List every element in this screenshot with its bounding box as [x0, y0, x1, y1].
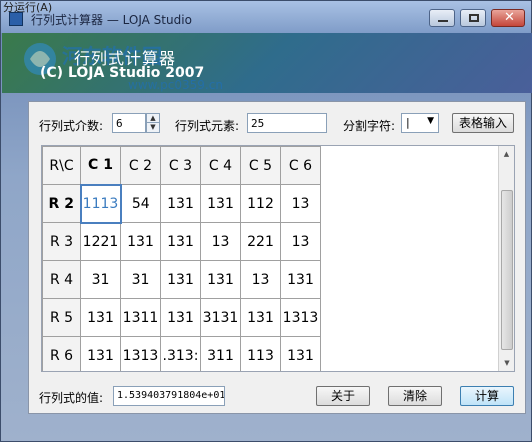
row-header: R 5 — [42, 298, 81, 337]
table-row: R 2 1113 54 131 131 112 13 — [42, 183, 321, 224]
grid-cell[interactable]: 13 — [240, 260, 281, 299]
grid-cell[interactable]: 131 — [200, 184, 241, 223]
order-input[interactable]: 6 — [112, 113, 146, 133]
col-header: C 3 — [160, 146, 201, 185]
element-input[interactable]: 25 — [247, 113, 327, 133]
row-header: R 6 — [42, 336, 81, 371]
grid-cell[interactable]: 31 — [80, 260, 121, 299]
minimize-icon — [438, 20, 448, 22]
grid-cell[interactable]: 54 — [120, 184, 161, 223]
grid-cell-selected[interactable]: 1113 — [79, 183, 122, 224]
minimize-button[interactable] — [429, 9, 455, 27]
col-header: C 2 — [120, 146, 161, 185]
row-header: R 2 — [42, 184, 81, 223]
grid-cell[interactable]: 13 — [200, 222, 241, 261]
grid-cell[interactable]: 1311 — [120, 298, 161, 337]
result-label: 行列式的值: — [39, 391, 104, 405]
grid-cell[interactable]: 13 — [280, 184, 321, 223]
grid-cell[interactable]: 131 — [160, 184, 201, 223]
element-label: 行列式元素: — [175, 119, 240, 133]
stepper-up-icon[interactable]: ▲ — [147, 114, 159, 123]
grid-cell[interactable]: 1221 — [80, 222, 121, 261]
app-window: 分运行(A) 行列式计算器 — LOJA Studio ✕ 河东软件园 www.p… — [0, 0, 532, 442]
scroll-up-icon[interactable]: ▲ — [499, 146, 514, 162]
matrix-table: R\C C 1 C 2 C 3 C 4 C 5 C 6 R 2 1113 54 … — [42, 146, 321, 371]
matrix-grid: R\C C 1 C 2 C 3 C 4 C 5 C 6 R 2 1113 54 … — [41, 145, 515, 372]
grid-cell[interactable]: 131 — [240, 298, 281, 337]
grid-cell[interactable]: 311 — [200, 336, 241, 371]
grid-cell[interactable]: 131 — [160, 298, 201, 337]
row-header: R 4 — [42, 260, 81, 299]
grid-cell[interactable]: 1313 — [120, 336, 161, 371]
result-field[interactable]: 1.539403791804e+01 — [113, 386, 225, 406]
grid-cell[interactable]: 13 — [280, 222, 321, 261]
grid-cell[interactable]: 3131 — [200, 298, 241, 337]
col-header: C 4 — [200, 146, 241, 185]
grid-cell[interactable]: 131 — [120, 222, 161, 261]
grid-cell[interactable]: .313: — [160, 336, 201, 371]
table-row: R 5 131 1311 131 3131 131 1313 — [42, 298, 321, 337]
main-panel: 行列式介数: 6 ▲ ▼ 行列式元素: 25 分割字符: | ▼ 表格输入 R\… — [28, 101, 526, 414]
col-header: C 1 — [80, 146, 121, 185]
header-banner: 河东软件园 www.pc0359.cn 行列式计算器 (C) LOJA Studi… — [2, 33, 532, 93]
grid-cell[interactable]: 131 — [160, 222, 201, 261]
scroll-down-icon[interactable]: ▼ — [499, 355, 514, 371]
grid-cell[interactable]: 131 — [160, 260, 201, 299]
maximize-button[interactable] — [460, 9, 486, 27]
title-bar[interactable]: 分运行(A) 行列式计算器 — LOJA Studio ✕ — [1, 1, 531, 33]
grid-cell[interactable]: 221 — [240, 222, 281, 261]
row-header: R 3 — [42, 222, 81, 261]
order-stepper[interactable]: ▲ ▼ — [146, 113, 160, 133]
separator-label: 分割字符: — [343, 119, 396, 133]
col-header: C 6 — [280, 146, 321, 185]
grid-cell[interactable]: 131 — [80, 298, 121, 337]
grid-header-row: R\C C 1 C 2 C 3 C 4 C 5 C 6 — [42, 146, 321, 185]
grid-cell[interactable]: 31 — [120, 260, 161, 299]
table-row: R 4 31 31 131 131 13 131 — [42, 260, 321, 299]
separator-value: | — [406, 116, 410, 129]
separator-select[interactable]: | ▼ — [401, 113, 439, 133]
table-row: R 6 131 1313 .313: 311 113 131 — [42, 336, 321, 371]
grid-cell[interactable]: 131 — [280, 260, 321, 299]
chevron-down-icon: ▼ — [427, 116, 434, 126]
grid-cell[interactable]: 131 — [200, 260, 241, 299]
grid-cell[interactable]: 113 — [240, 336, 281, 371]
window-title: 行列式计算器 — LOJA Studio — [31, 13, 192, 27]
vertical-scrollbar[interactable]: ▲ ▼ — [498, 146, 514, 371]
maximize-icon — [469, 14, 479, 22]
grid-corner: R\C — [42, 146, 81, 185]
grid-cell[interactable]: 1313 — [280, 298, 321, 337]
grid-cell[interactable]: 131 — [80, 336, 121, 371]
scrollbar-thumb[interactable] — [501, 190, 513, 350]
order-label: 行列式介数: — [39, 119, 104, 133]
stepper-down-icon[interactable]: ▼ — [147, 123, 159, 132]
grid-cell[interactable]: 131 — [280, 336, 321, 371]
clear-button[interactable]: 清除 — [388, 386, 442, 406]
table-input-button[interactable]: 表格输入 — [452, 113, 514, 133]
close-button[interactable]: ✕ — [491, 9, 525, 27]
table-row: R 3 1221 131 131 13 221 13 — [42, 222, 321, 261]
calculate-button[interactable]: 计算 — [460, 386, 514, 406]
about-button[interactable]: 关于 — [316, 386, 370, 406]
close-icon: ✕ — [504, 10, 515, 25]
col-header: C 5 — [240, 146, 281, 185]
copyright-text: (C) LOJA Studio 2007 — [40, 65, 205, 81]
grid-cell[interactable]: 112 — [240, 184, 281, 223]
app-icon — [9, 12, 23, 26]
